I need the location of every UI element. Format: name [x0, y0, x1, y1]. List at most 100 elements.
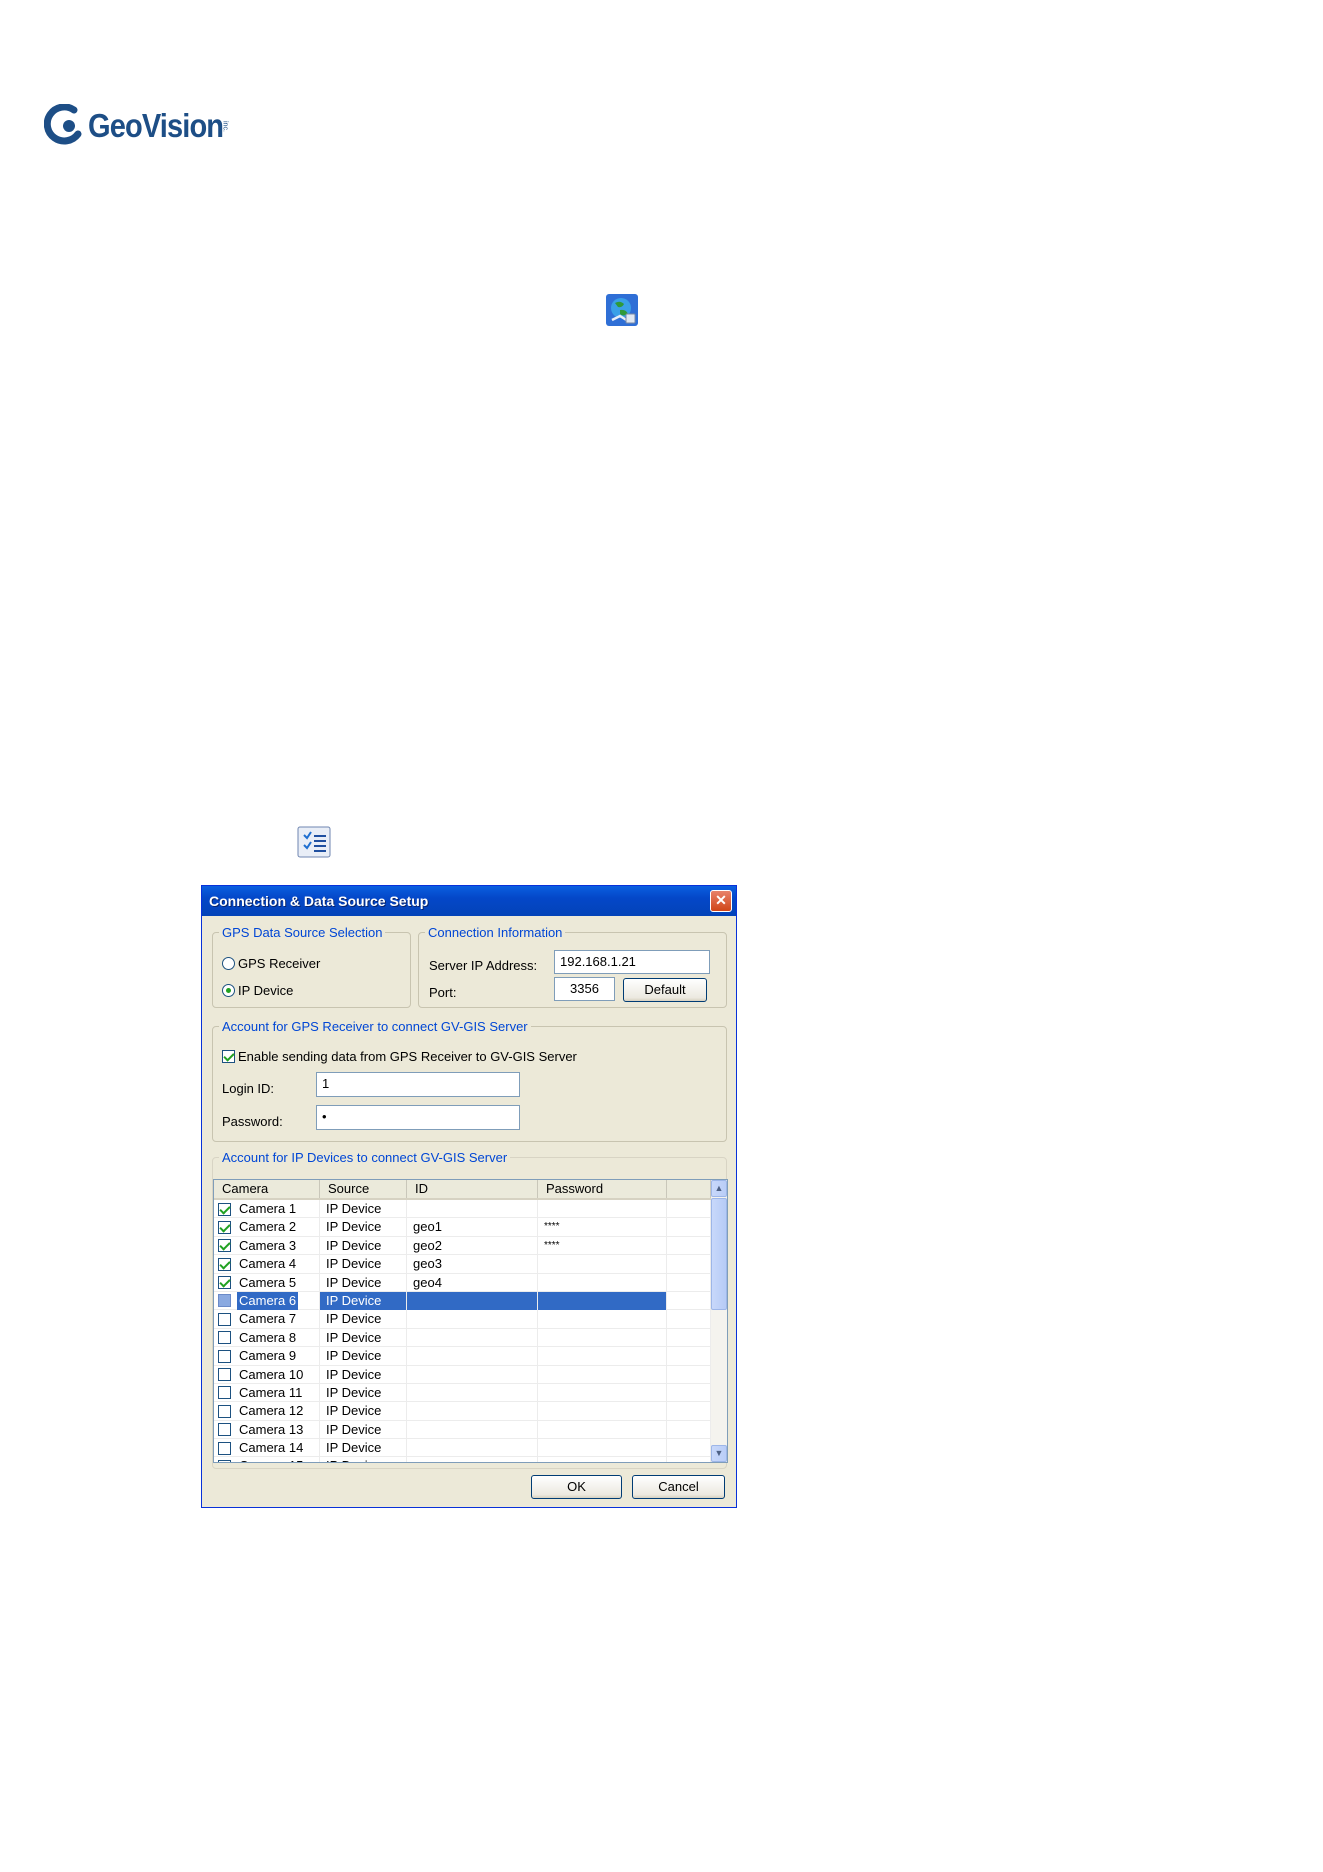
- cell-source[interactable]: IP Device: [320, 1255, 407, 1274]
- table-scrollbar[interactable]: ▲ ▼: [711, 1180, 727, 1462]
- scroll-down-icon[interactable]: ▼: [711, 1445, 727, 1462]
- cell-id[interactable]: [407, 1200, 538, 1218]
- enable-gps-checkbox[interactable]: [222, 1050, 235, 1063]
- cancel-button[interactable]: Cancel: [632, 1475, 725, 1499]
- camera-checkbox[interactable]: [218, 1349, 231, 1363]
- radio-gps-receiver-circle[interactable]: [222, 957, 235, 970]
- cell-id[interactable]: [407, 1402, 538, 1421]
- cell-camera[interactable]: Camera 14: [214, 1439, 320, 1458]
- cell-source[interactable]: IP Device: [320, 1457, 407, 1462]
- cell-camera[interactable]: Camera 12: [214, 1402, 320, 1421]
- cell-id[interactable]: [407, 1310, 538, 1329]
- cell-source[interactable]: IP Device: [320, 1273, 407, 1292]
- cell-camera[interactable]: Camera 2: [214, 1218, 320, 1237]
- camera-checkbox[interactable]: [218, 1239, 231, 1253]
- server-ip-input[interactable]: 192.168.1.21: [554, 950, 710, 974]
- default-button[interactable]: Default: [623, 978, 707, 1002]
- cell-id[interactable]: [407, 1420, 538, 1439]
- cell-id[interactable]: geo2: [407, 1236, 538, 1255]
- camera-checkbox[interactable]: [218, 1294, 231, 1308]
- cell-id[interactable]: geo1: [407, 1218, 538, 1237]
- cell-camera[interactable]: Camera 15: [214, 1457, 320, 1462]
- close-button[interactable]: ✕: [710, 890, 732, 912]
- cell-source[interactable]: IP Device: [320, 1328, 407, 1347]
- column-id[interactable]: ID: [407, 1180, 538, 1198]
- cell-camera[interactable]: Camera 5: [214, 1273, 320, 1292]
- ok-button[interactable]: OK: [531, 1475, 622, 1499]
- cell-password[interactable]: ****: [538, 1218, 667, 1237]
- table-row[interactable]: Camera 13 IP Device: [214, 1420, 711, 1440]
- camera-checkbox[interactable]: [218, 1257, 231, 1271]
- camera-checkbox[interactable]: [218, 1459, 231, 1462]
- cell-password[interactable]: [538, 1328, 667, 1347]
- cell-source[interactable]: IP Device: [320, 1218, 407, 1237]
- radio-ip-device[interactable]: IP Device: [222, 983, 293, 998]
- cell-source[interactable]: IP Device: [320, 1200, 407, 1218]
- cell-password[interactable]: [538, 1365, 667, 1384]
- radio-ip-device-circle[interactable]: [222, 984, 235, 997]
- table-row[interactable]: Camera 6 IP Device: [214, 1291, 711, 1311]
- cell-password[interactable]: [538, 1255, 667, 1274]
- cell-password[interactable]: [538, 1457, 667, 1462]
- camera-checkbox[interactable]: [218, 1331, 231, 1345]
- column-source[interactable]: Source: [320, 1180, 407, 1198]
- cell-camera[interactable]: Camera 13: [214, 1420, 320, 1439]
- login-id-input[interactable]: 1: [316, 1072, 520, 1097]
- cell-password[interactable]: [538, 1310, 667, 1329]
- cell-password[interactable]: [538, 1200, 667, 1218]
- enable-gps-checkbox-row[interactable]: Enable sending data from GPS Receiver to…: [222, 1049, 577, 1064]
- cell-source[interactable]: IP Device: [320, 1402, 407, 1421]
- scroll-up-icon[interactable]: ▲: [711, 1180, 727, 1197]
- cell-source[interactable]: IP Device: [320, 1365, 407, 1384]
- port-input[interactable]: 3356: [554, 977, 615, 1001]
- cell-password[interactable]: [538, 1439, 667, 1458]
- camera-checkbox[interactable]: [218, 1404, 231, 1418]
- cell-camera[interactable]: Camera 10: [214, 1365, 320, 1384]
- cell-source[interactable]: IP Device: [320, 1310, 407, 1329]
- table-row[interactable]: Camera 1 IP Device: [214, 1200, 711, 1219]
- cell-password[interactable]: [538, 1420, 667, 1439]
- camera-checkbox[interactable]: [218, 1386, 231, 1400]
- cell-id[interactable]: [407, 1365, 538, 1384]
- cell-source[interactable]: IP Device: [320, 1439, 407, 1458]
- cell-camera[interactable]: Camera 9: [214, 1347, 320, 1366]
- table-row[interactable]: Camera 8 IP Device: [214, 1328, 711, 1348]
- column-password[interactable]: Password: [538, 1180, 667, 1198]
- cell-password[interactable]: [538, 1273, 667, 1292]
- cell-password[interactable]: [538, 1402, 667, 1421]
- table-row[interactable]: Camera 7 IP Device: [214, 1310, 711, 1329]
- cell-password[interactable]: [538, 1383, 667, 1402]
- cell-id[interactable]: [407, 1439, 538, 1458]
- cell-id[interactable]: [407, 1347, 538, 1366]
- camera-checkbox[interactable]: [218, 1202, 231, 1216]
- camera-checkbox[interactable]: [218, 1220, 231, 1234]
- table-row[interactable]: Camera 14 IP Device: [214, 1439, 711, 1458]
- cell-camera[interactable]: Camera 7: [214, 1310, 320, 1329]
- cell-source[interactable]: IP Device: [320, 1383, 407, 1402]
- cell-camera[interactable]: Camera 6: [214, 1291, 320, 1310]
- cell-id[interactable]: geo4: [407, 1273, 538, 1292]
- cell-source[interactable]: IP Device: [320, 1420, 407, 1439]
- dialog-title-bar[interactable]: Connection & Data Source Setup ✕: [202, 886, 736, 916]
- table-row[interactable]: Camera 4 IP Device geo3: [214, 1255, 711, 1274]
- table-row[interactable]: Camera 12 IP Device: [214, 1402, 711, 1421]
- cell-id[interactable]: [407, 1328, 538, 1347]
- camera-checkbox[interactable]: [218, 1312, 231, 1326]
- cell-id[interactable]: geo3: [407, 1255, 538, 1274]
- cell-camera[interactable]: Camera 4: [214, 1255, 320, 1274]
- cell-camera[interactable]: Camera 1: [214, 1200, 320, 1218]
- table-row[interactable]: Camera 2 IP Device geo1 ****: [214, 1218, 711, 1237]
- table-row[interactable]: Camera 15 IP Device: [214, 1457, 711, 1462]
- camera-checkbox[interactable]: [218, 1368, 231, 1382]
- table-row[interactable]: Camera 10 IP Device: [214, 1365, 711, 1384]
- cell-password[interactable]: [538, 1347, 667, 1366]
- password-input[interactable]: •: [316, 1105, 520, 1130]
- cell-password[interactable]: ****: [538, 1236, 667, 1255]
- cell-source[interactable]: IP Device: [320, 1236, 407, 1255]
- table-row[interactable]: Camera 11 IP Device: [214, 1383, 711, 1403]
- cell-source[interactable]: IP Device: [320, 1291, 407, 1310]
- cell-source[interactable]: IP Device: [320, 1347, 407, 1366]
- cell-camera[interactable]: Camera 11: [214, 1383, 320, 1402]
- cell-camera[interactable]: Camera 8: [214, 1328, 320, 1347]
- column-camera[interactable]: Camera: [214, 1180, 320, 1198]
